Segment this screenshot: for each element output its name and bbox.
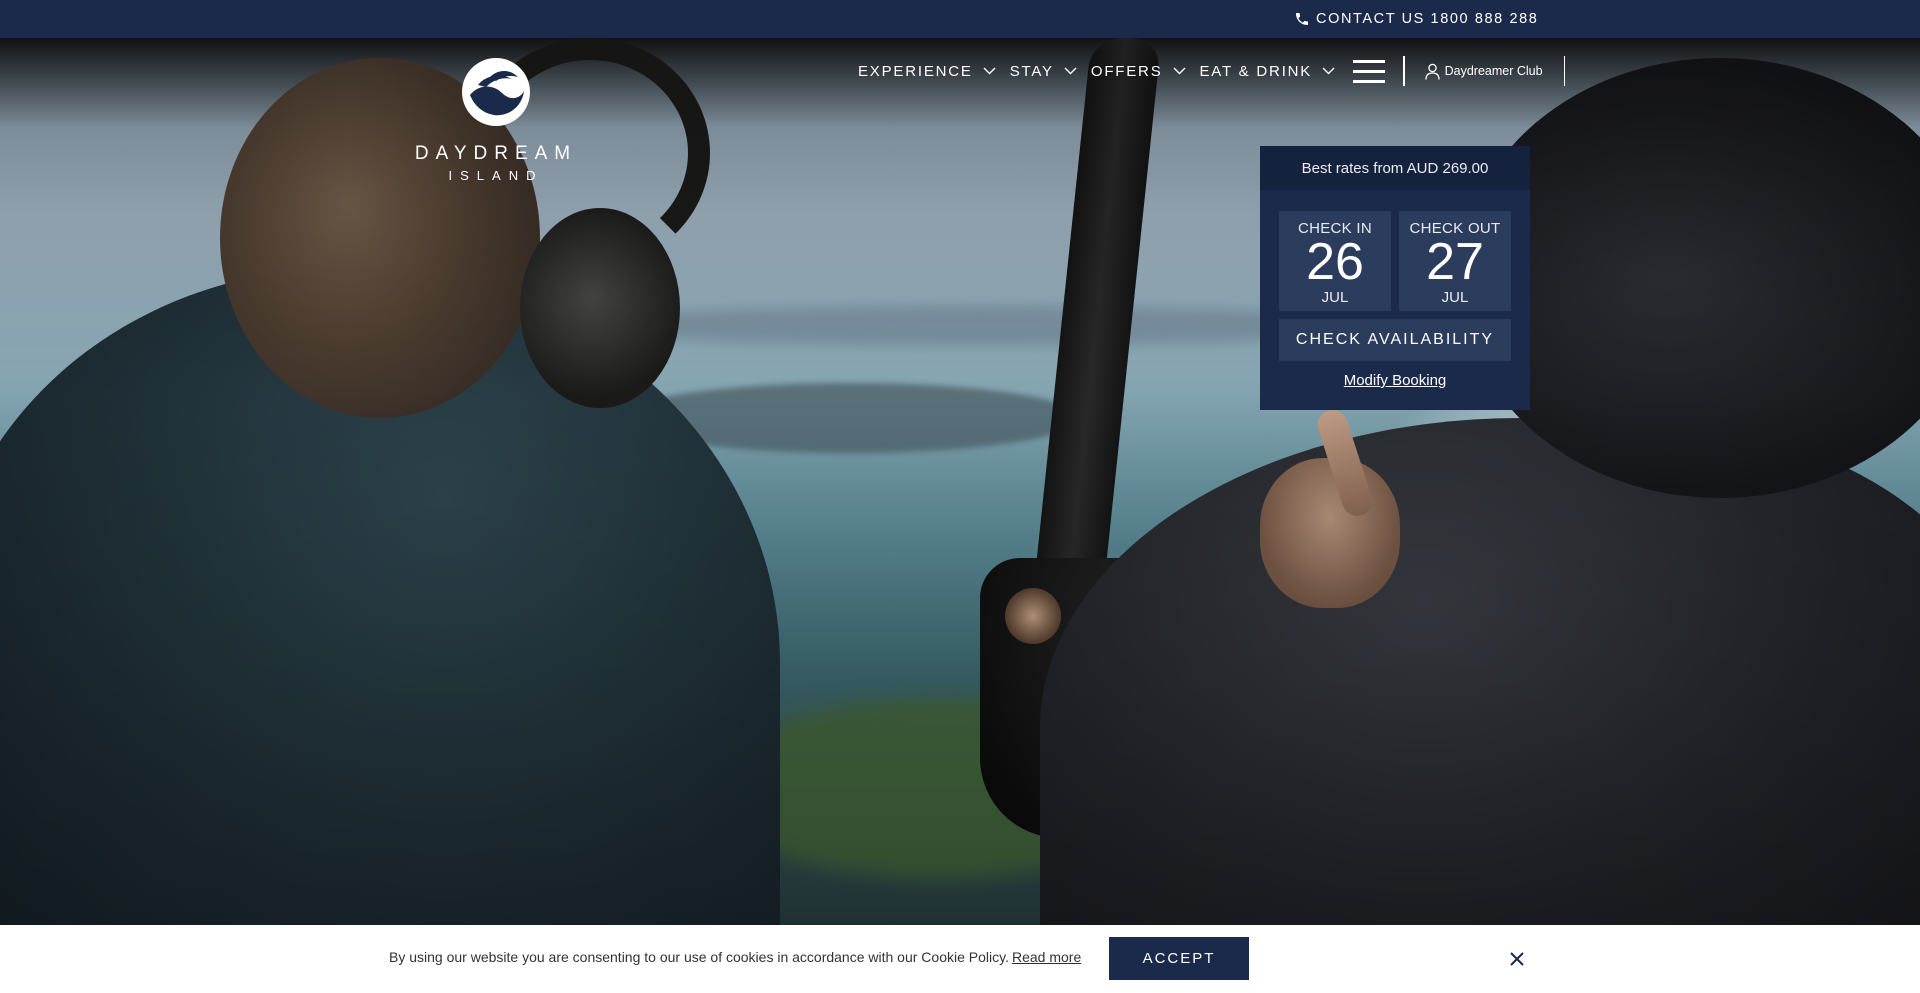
booking-widget: Best rates from AUD 269.00 CHECK IN 26 J… — [1260, 146, 1530, 410]
hero-background-image — [0, 38, 1920, 925]
user-icon — [1424, 63, 1440, 80]
main-navigation: EXPERIENCE STAY OFFERS EAT & DRINK Daydr… — [858, 56, 1566, 86]
date-selector: CHECK IN 26 JUL CHECK OUT 27 JUL — [1260, 190, 1530, 311]
daydream-logo-icon — [462, 58, 530, 126]
phone-icon — [1296, 13, 1308, 25]
chevron-down-icon — [1322, 67, 1335, 75]
nav-item-label: OFFERS — [1090, 62, 1163, 80]
daydreamer-club-link[interactable]: Daydreamer Club — [1424, 63, 1543, 80]
nav-item-experience[interactable]: EXPERIENCE — [858, 63, 996, 80]
check-in-month: JUL — [1321, 289, 1349, 306]
nav-item-eat-drink[interactable]: EAT & DRINK — [1200, 63, 1336, 80]
check-out-month: JUL — [1441, 289, 1469, 306]
chevron-down-icon — [1173, 67, 1185, 75]
logo-subword: ISLAND — [448, 168, 544, 183]
nav-item-label: STAY — [1009, 62, 1054, 80]
chevron-down-icon — [1064, 67, 1077, 75]
accept-cookies-button[interactable]: ACCEPT — [1109, 937, 1249, 980]
top-contact-bar: CONTACT US 1800 888 288 — [0, 0, 1920, 38]
logo-wordmark: DAYDREAM — [414, 143, 578, 164]
chevron-down-icon — [983, 67, 996, 75]
nav-divider — [1403, 56, 1405, 86]
hero-overlay — [0, 38, 1920, 925]
contact-link[interactable]: CONTACT US 1800 888 288 — [1294, 9, 1538, 29]
best-rate-banner: Best rates from AUD 269.00 — [1260, 146, 1530, 190]
nav-divider — [1563, 56, 1566, 86]
close-icon[interactable] — [1507, 949, 1527, 969]
hamburger-icon[interactable] — [1353, 60, 1386, 83]
check-out-date[interactable]: CHECK OUT 27 JUL — [1399, 211, 1511, 311]
nav-item-label: EXPERIENCE — [858, 62, 973, 80]
nav-item-stay[interactable]: STAY — [1010, 63, 1077, 80]
club-label: Daydreamer Club — [1444, 64, 1543, 78]
cookie-message: By using our website you are consenting … — [389, 949, 1081, 965]
nav-item-offers[interactable]: OFFERS — [1091, 63, 1186, 80]
check-in-day: 26 — [1306, 233, 1364, 291]
contact-label: CONTACT US 1800 888 288 — [1316, 11, 1539, 27]
modify-booking-link[interactable]: Modify Booking — [1260, 372, 1530, 389]
read-more-link[interactable]: Read more — [1012, 949, 1081, 965]
cookie-consent-bar: By using our website you are consenting … — [0, 925, 1920, 993]
cookie-message-text: By using our website you are consenting … — [389, 949, 1009, 965]
check-out-day: 27 — [1426, 233, 1484, 291]
check-in-date[interactable]: CHECK IN 26 JUL — [1279, 211, 1391, 311]
nav-item-label: EAT & DRINK — [1199, 62, 1313, 80]
site-logo[interactable]: DAYDREAM ISLAND — [404, 55, 588, 195]
check-availability-button[interactable]: CHECK AVAILABILITY — [1279, 319, 1511, 361]
